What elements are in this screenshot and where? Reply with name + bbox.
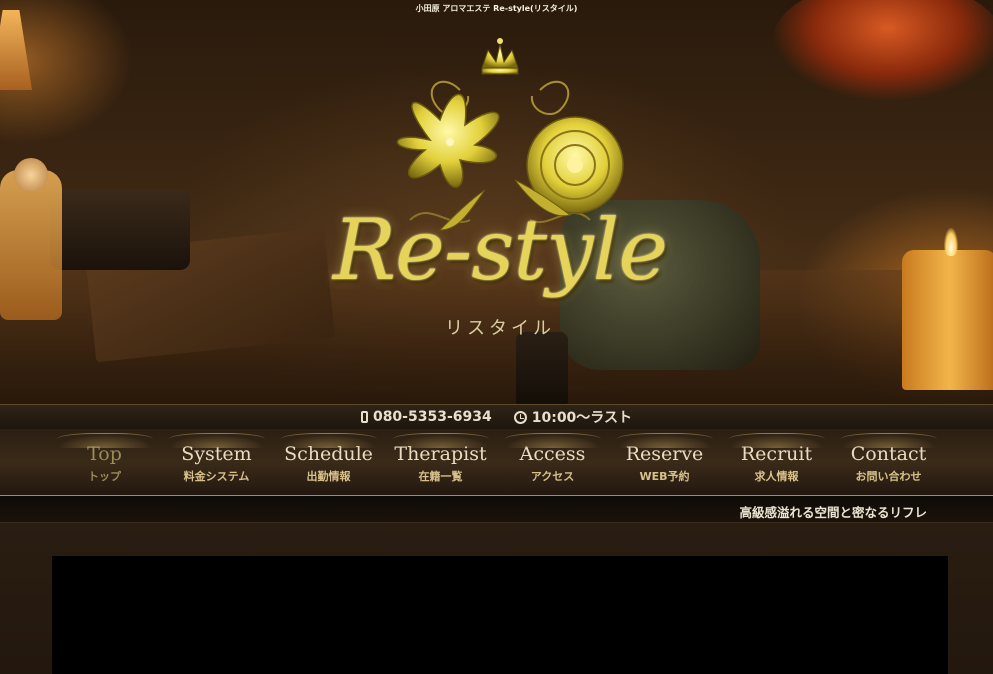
nav-label: Access [519, 443, 586, 466]
logo-text: Re-style [332, 201, 668, 299]
nav-label: Top [87, 443, 122, 466]
main-nav: Top トップ System 料金システム Schedule 出勤情報 Ther… [0, 429, 993, 496]
nav-item-contact[interactable]: Contact お問い合わせ [833, 429, 945, 495]
nav-label: Reserve [625, 443, 704, 466]
perfume-bottle-image [0, 170, 62, 320]
clock-icon [513, 410, 527, 424]
tagline-text: 高級感溢れる空間と密なるリフレ [739, 505, 927, 520]
page-heading: 小田原 アロマエステ Re-style(リスタイル) [415, 4, 578, 13]
nav-label: Recruit [740, 443, 813, 466]
video-panel[interactable] [52, 556, 948, 674]
nav-label: Therapist [394, 443, 487, 466]
telephone-image [50, 190, 190, 270]
nav-label: System [181, 443, 252, 466]
nav-sublabel: 出勤情報 [306, 469, 351, 483]
perfume-cap-image [14, 158, 48, 192]
nav-sublabel: 求人情報 [754, 469, 799, 483]
hours-info: 10:00〜ラスト [513, 407, 633, 427]
flame-image [944, 228, 958, 256]
nav-item-therapist[interactable]: Therapist 在籍一覧 [385, 429, 497, 495]
phone-number[interactable]: 080-5353-6934 [373, 409, 492, 425]
nav-sublabel: お問い合わせ [855, 469, 922, 483]
nav-item-system[interactable]: System 料金システム [161, 429, 273, 495]
nav-sublabel: WEB予約 [639, 469, 690, 483]
candle-image [902, 250, 993, 390]
phone-info[interactable]: 080-5353-6934 [360, 409, 492, 425]
lily-icon [396, 93, 500, 188]
contact-info-bar: 080-5353-6934 10:00〜ラスト [0, 404, 993, 430]
nav-item-recruit[interactable]: Recruit 求人情報 [721, 429, 833, 495]
lamp-image [0, 10, 32, 90]
nav-list: Top トップ System 料金システム Schedule 出勤情報 Ther… [49, 429, 945, 495]
nav-sublabel: 料金システム [183, 469, 250, 483]
business-hours: 10:00〜ラスト [531, 410, 633, 426]
mobile-phone-icon [360, 411, 368, 423]
logo-emblem [396, 38, 624, 231]
nav-sublabel: アクセス [530, 469, 575, 483]
nav-label: Schedule [284, 443, 373, 466]
logo-subtext: リスタイル [445, 318, 555, 339]
nav-item-reserve[interactable]: Reserve WEB予約 [609, 429, 721, 495]
nav-label: Contact [850, 443, 927, 466]
nav-item-top[interactable]: Top トップ [49, 429, 161, 495]
flowers-image [773, 0, 993, 100]
hero-banner: Re-style リスタイル [0, 0, 993, 404]
tagline-bar: 高級感溢れる空間と密なるリフレ [0, 496, 993, 523]
nav-item-schedule[interactable]: Schedule 出勤情報 [273, 429, 385, 495]
nav-sublabel: 在籍一覧 [418, 469, 463, 483]
nav-item-access[interactable]: Access アクセス [497, 429, 609, 495]
nav-sublabel: トップ [88, 469, 121, 483]
crown-icon [481, 38, 519, 75]
